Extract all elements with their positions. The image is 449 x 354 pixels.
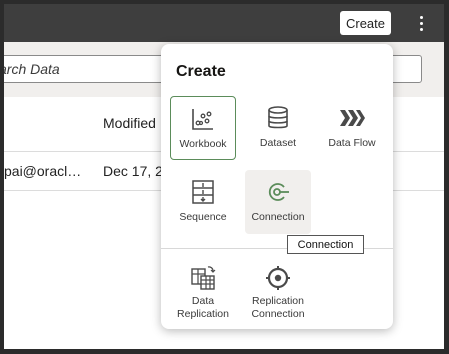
create-connection-item[interactable]: Connection [245,170,311,234]
cell-modified: Dec 17, 2 [103,163,163,179]
dataset-icon [268,106,288,129]
replication-connection-label-line2: Connection [251,308,305,320]
more-options-icon[interactable] [412,12,430,34]
create-data-replication-item[interactable]: Data Replication [170,259,236,325]
workbook-icon [192,109,213,130]
data-replication-icon [191,266,216,290]
data-replication-label-line1: Data [191,295,215,307]
column-header-modified[interactable]: Modified [103,115,156,131]
sequence-icon [192,180,214,204]
replication-connection-icon [266,266,290,290]
data-flow-label: Data Flow [328,137,376,149]
create-button[interactable]: Create [340,11,391,35]
data-flow-icon [340,110,365,126]
create-data-flow-item[interactable]: Data Flow [319,96,385,160]
top-bar: Create [4,4,444,42]
dataset-label: Dataset [259,137,297,149]
search-input-text: arch Data [4,61,60,77]
create-workbook-item[interactable]: Workbook [170,96,236,160]
create-dataset-item[interactable]: Dataset [245,96,311,160]
data-replication-label-line2: Replication [177,308,229,320]
popup-title: Create [176,63,226,80]
cell-owner: pai@oracl… [4,163,82,179]
create-sequence-item[interactable]: Sequence [170,170,236,234]
sequence-label: Sequence [179,211,227,223]
connection-icon [268,183,289,201]
workbook-label: Workbook [179,138,227,150]
create-menu-popup: Create Workbook Dataset Data Flow Sequen… [161,44,393,329]
connection-label: Connection [251,211,305,223]
create-replication-connection-item[interactable]: Replication Connection [245,259,311,325]
replication-connection-label-line1: Replication [252,295,304,307]
connection-tooltip: Connection [287,235,364,254]
app-window: Create arch Data Modified pai@oracl… Dec… [4,4,444,349]
